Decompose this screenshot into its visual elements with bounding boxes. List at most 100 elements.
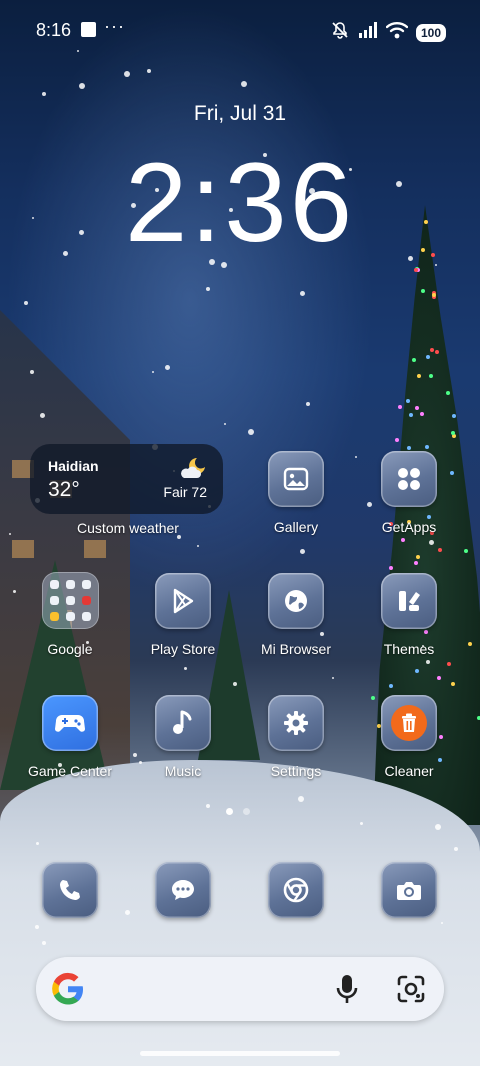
tree-light bbox=[447, 662, 451, 666]
gesture-bar[interactable] bbox=[140, 1051, 340, 1056]
snowflake bbox=[233, 682, 237, 686]
tree-light bbox=[429, 374, 433, 378]
snowflake bbox=[367, 502, 372, 507]
snowflake bbox=[9, 533, 11, 535]
phone-icon bbox=[42, 862, 98, 918]
tree-light bbox=[430, 348, 434, 352]
snowflake bbox=[152, 371, 154, 373]
snowflake bbox=[133, 753, 137, 757]
mic-icon[interactable] bbox=[334, 973, 360, 1010]
snowflake bbox=[435, 824, 441, 830]
snowflake bbox=[197, 545, 199, 547]
notification-icon bbox=[81, 22, 96, 37]
tree-light bbox=[439, 735, 443, 739]
snowflake bbox=[13, 590, 16, 593]
battery-indicator: 100 bbox=[415, 23, 446, 42]
tree-light bbox=[426, 355, 430, 359]
tree-light bbox=[398, 405, 402, 409]
tree-light bbox=[414, 561, 418, 565]
snowflake bbox=[332, 677, 334, 679]
tree-light bbox=[468, 642, 472, 646]
lock-clock: 2:36 bbox=[125, 140, 355, 265]
snowflake bbox=[79, 83, 85, 89]
globe-icon bbox=[268, 573, 324, 629]
tree-light bbox=[389, 566, 393, 570]
tree-light bbox=[452, 414, 456, 418]
snowflake bbox=[441, 922, 443, 924]
tree-light bbox=[420, 412, 424, 416]
snowflake bbox=[30, 370, 34, 374]
status-time: 8:16 bbox=[36, 20, 72, 40]
tree-light bbox=[416, 555, 420, 559]
tree-light bbox=[409, 413, 413, 417]
google-folder[interactable] bbox=[42, 572, 99, 629]
tree-light bbox=[421, 289, 425, 293]
play-icon bbox=[155, 573, 211, 629]
tree-light bbox=[446, 391, 450, 395]
gear-icon bbox=[268, 695, 324, 751]
signal-icon bbox=[358, 21, 378, 44]
page-dot-active bbox=[226, 808, 233, 815]
snowflake bbox=[42, 92, 46, 96]
google-search-bar[interactable] bbox=[36, 957, 444, 1021]
snowflake bbox=[36, 842, 39, 845]
tree-light bbox=[438, 758, 442, 762]
chrome-icon bbox=[268, 862, 324, 918]
snowflake bbox=[248, 429, 254, 435]
snowflake bbox=[35, 925, 39, 929]
more-notifications-icon: ··· bbox=[104, 16, 125, 36]
themes-icon bbox=[381, 573, 437, 629]
snowflake bbox=[320, 632, 324, 636]
weather-condition: Fair 72 bbox=[163, 484, 207, 500]
trash-icon bbox=[381, 695, 437, 751]
google-logo bbox=[50, 971, 86, 1012]
app-label: Music bbox=[164, 763, 202, 779]
weather-widget-label: Custom weather bbox=[77, 520, 179, 536]
wifi-icon bbox=[385, 21, 409, 44]
tree-light bbox=[371, 696, 375, 700]
snowflake bbox=[300, 549, 305, 554]
tree-light bbox=[432, 293, 436, 297]
tree-light bbox=[451, 431, 455, 435]
tree-light bbox=[435, 350, 439, 354]
app-label: Settings bbox=[270, 763, 322, 779]
image-icon bbox=[268, 451, 324, 507]
snowflake bbox=[298, 796, 304, 802]
weather-widget[interactable]: Haidian 32° Fair 72 bbox=[30, 444, 223, 514]
snowflake bbox=[77, 50, 79, 52]
tree-light bbox=[450, 471, 454, 475]
snowflake bbox=[206, 804, 210, 808]
grid-icon bbox=[381, 451, 437, 507]
snowflake bbox=[241, 81, 247, 87]
partly-cloudy-night-icon bbox=[179, 456, 207, 480]
tree-light bbox=[425, 445, 429, 449]
snowflake bbox=[184, 667, 187, 670]
snowflake bbox=[147, 69, 151, 73]
snowflake bbox=[224, 423, 226, 425]
tree-light bbox=[407, 446, 411, 450]
lens-icon[interactable] bbox=[396, 974, 426, 1009]
snowflake bbox=[40, 413, 45, 418]
page-indicator bbox=[226, 808, 250, 815]
snowflake bbox=[306, 402, 310, 406]
tree-light bbox=[417, 374, 421, 378]
tree-light bbox=[406, 399, 410, 403]
snowflake bbox=[125, 910, 130, 915]
messages-icon bbox=[155, 862, 211, 918]
snowflake bbox=[429, 540, 434, 545]
snowflake bbox=[165, 365, 170, 370]
snowflake bbox=[24, 301, 28, 305]
tree-light bbox=[389, 684, 393, 688]
snowflake bbox=[300, 291, 305, 296]
tree-light bbox=[464, 549, 468, 553]
app-label: Game Center bbox=[27, 763, 113, 779]
snowflake bbox=[42, 941, 46, 945]
gamepad-icon bbox=[42, 695, 98, 751]
app-label: GetApps bbox=[381, 519, 437, 535]
snowflake bbox=[360, 822, 363, 825]
weather-city: Haidian bbox=[48, 458, 99, 474]
camera-icon bbox=[381, 862, 437, 918]
music-note-icon bbox=[155, 695, 211, 751]
snowflake bbox=[454, 847, 458, 851]
tree-light bbox=[415, 669, 419, 673]
